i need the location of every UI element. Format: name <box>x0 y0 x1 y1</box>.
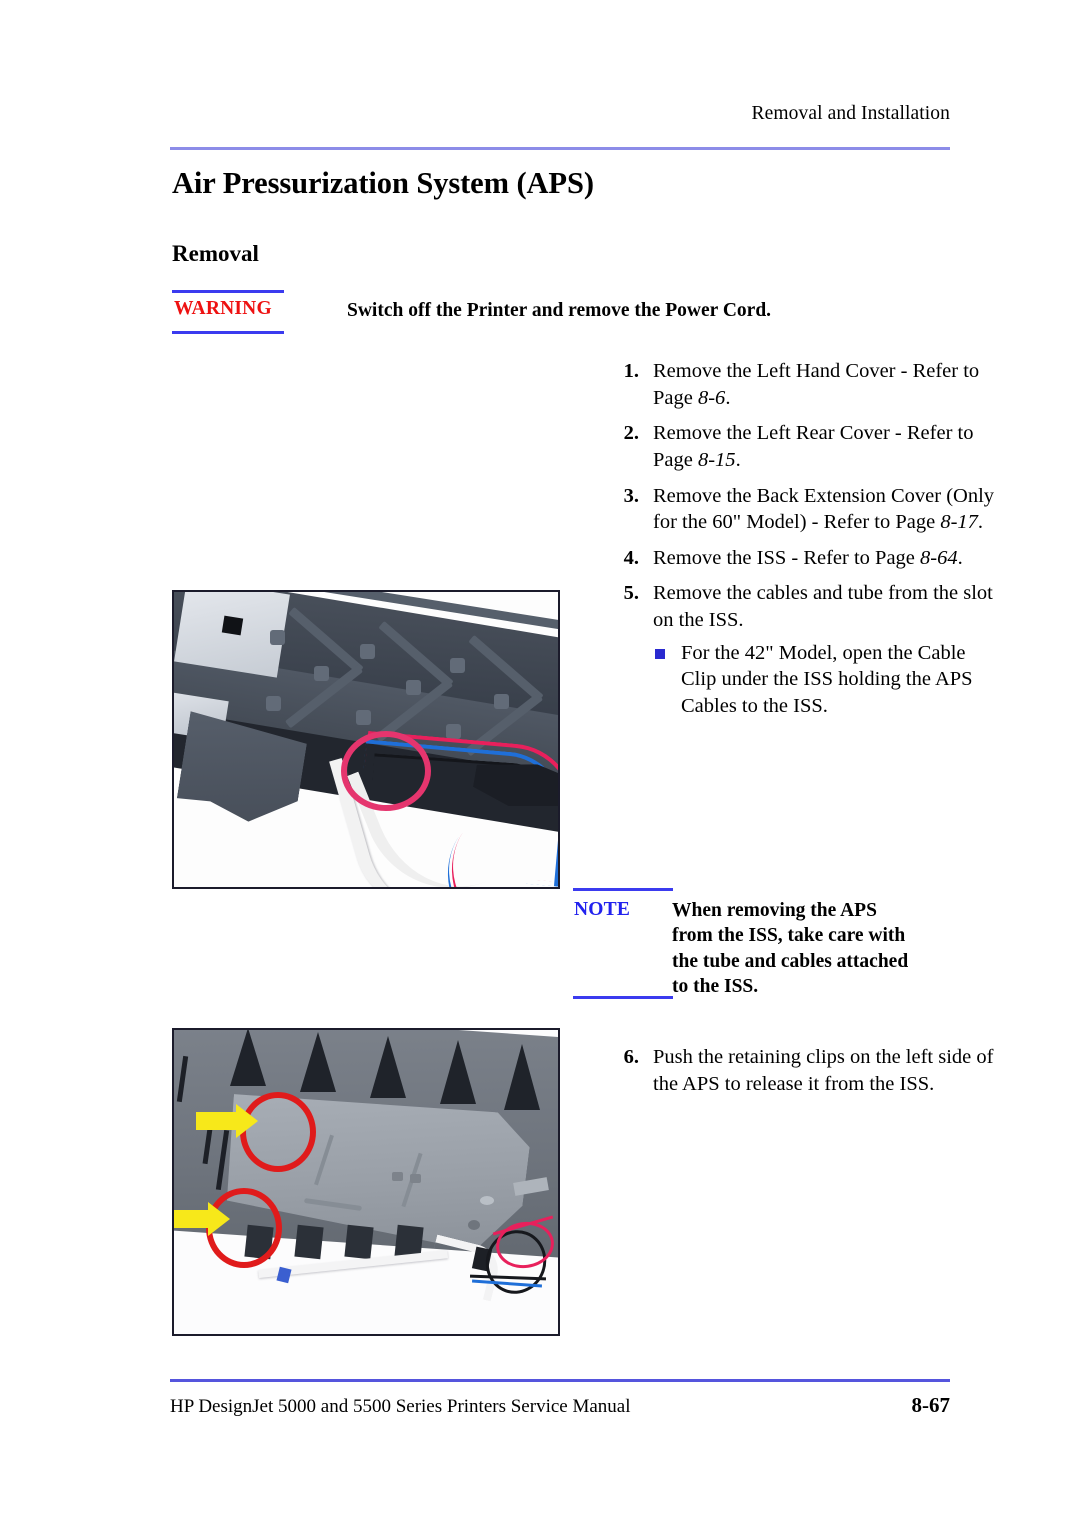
figure-aps-clips-photo <box>172 1028 560 1336</box>
step-number: 4. <box>623 546 639 569</box>
page-reference[interactable]: 8-17 <box>940 511 978 533</box>
figure-iss-slot-photo <box>172 590 560 889</box>
annotation-circle-pink <box>341 731 431 811</box>
note-label: NOTE <box>574 899 631 920</box>
brace-node <box>356 710 371 725</box>
list-item: 2. Remove the Left Rear Cover - Refer to … <box>613 420 995 473</box>
figure-2-artwork <box>174 1030 558 1334</box>
footer-rule <box>170 1379 950 1382</box>
step-number: 2. <box>623 422 639 445</box>
arrow-shaft <box>196 1112 238 1130</box>
list-item: 4. Remove the ISS - Refer to Page 8-64. <box>613 545 995 572</box>
aps-body-hole <box>468 1220 480 1230</box>
step-number: 1. <box>623 360 639 382</box>
bullet-text: For the 42" Model, open the Cable Clip u… <box>681 641 973 718</box>
step-text-tail: . <box>735 448 741 471</box>
warning-admonition: WARNING Switch off the Printer and remov… <box>172 290 952 336</box>
procedure-list-bottom: 6. Push the retaining clips on the left s… <box>573 1044 995 1106</box>
mount-foot <box>344 1224 374 1260</box>
step-text: Remove the ISS - Refer to Page <box>653 546 921 569</box>
brace-node <box>270 630 285 645</box>
figure-1-artwork <box>174 592 558 887</box>
aps-body-hole <box>392 1172 403 1181</box>
brace-node <box>314 666 329 681</box>
footer-page-number: 8-67 <box>911 1393 951 1417</box>
brace-node <box>266 696 281 711</box>
sub-bullet-list: For the 42" Model, open the Cable Clip u… <box>653 640 995 720</box>
step-text-tail: . <box>725 386 731 409</box>
note-text: When removing the APS from the ISS, take… <box>672 898 952 999</box>
brace-node <box>406 680 421 695</box>
panel-square-hole <box>221 615 244 636</box>
warning-label: WARNING <box>174 298 272 319</box>
arrow-shaft <box>174 1210 210 1228</box>
step-number: 3. <box>623 484 639 507</box>
step-text: Push the retaining clips on the left sid… <box>653 1046 994 1095</box>
note-line-4: to the ISS. <box>672 976 759 998</box>
note-line-3: the tube and cables attached <box>672 950 909 972</box>
list-item: 3. Remove the Back Extension Cover (Only … <box>613 483 995 536</box>
page-reference[interactable]: 8-15 <box>698 449 736 471</box>
page-title: Air Pressurization System (APS) <box>172 166 594 200</box>
list-item: 6. Push the retaining clips on the left s… <box>613 1044 995 1097</box>
aps-body-hole <box>480 1196 494 1205</box>
warning-rule-top <box>172 290 284 293</box>
arrow-head <box>208 1202 230 1236</box>
running-header: Removal and Installation <box>751 103 950 124</box>
note-admonition: NOTE When removing the APS from the ISS,… <box>573 888 953 1000</box>
warning-rule-bottom <box>172 331 284 334</box>
note-line-1: When removing the APS <box>672 900 877 921</box>
procedure-list-top: 1. Remove the Left Hand Cover - Refer to … <box>573 358 995 729</box>
list-item: 5. Remove the cables and tube from the sl… <box>613 580 995 719</box>
arrow-head <box>236 1104 258 1138</box>
list-item-bullet: For the 42" Model, open the Cable Clip u… <box>653 640 995 720</box>
list-item: 1. Remove the Left Hand Cover - Refer to … <box>613 358 995 411</box>
document-page: Removal and Installation Air Pressurizat… <box>0 0 1080 1528</box>
header-rule <box>170 147 950 150</box>
aps-body-hole <box>410 1174 421 1183</box>
note-line-2: from the ISS, take care with <box>672 925 906 947</box>
brace-node <box>360 644 375 659</box>
brace-node <box>494 694 509 709</box>
section-heading: Removal <box>172 241 259 266</box>
square-bullet-icon <box>655 648 665 659</box>
step-text-tail: . <box>977 511 984 534</box>
note-rule-bottom <box>573 996 673 999</box>
page-reference[interactable]: 8-6 <box>698 387 725 409</box>
page-reference[interactable]: 8-64 <box>920 547 958 569</box>
note-rule-top <box>573 888 673 891</box>
step-number: 6. <box>623 1046 639 1068</box>
mount-foot <box>294 1224 324 1260</box>
step-text: Remove the cables and tube from the slot… <box>653 582 993 632</box>
warning-text: Switch off the Printer and remove the Po… <box>347 300 772 321</box>
step-number: 5. <box>623 582 639 605</box>
step-text-tail: . <box>957 546 963 569</box>
brace-node <box>450 658 465 673</box>
